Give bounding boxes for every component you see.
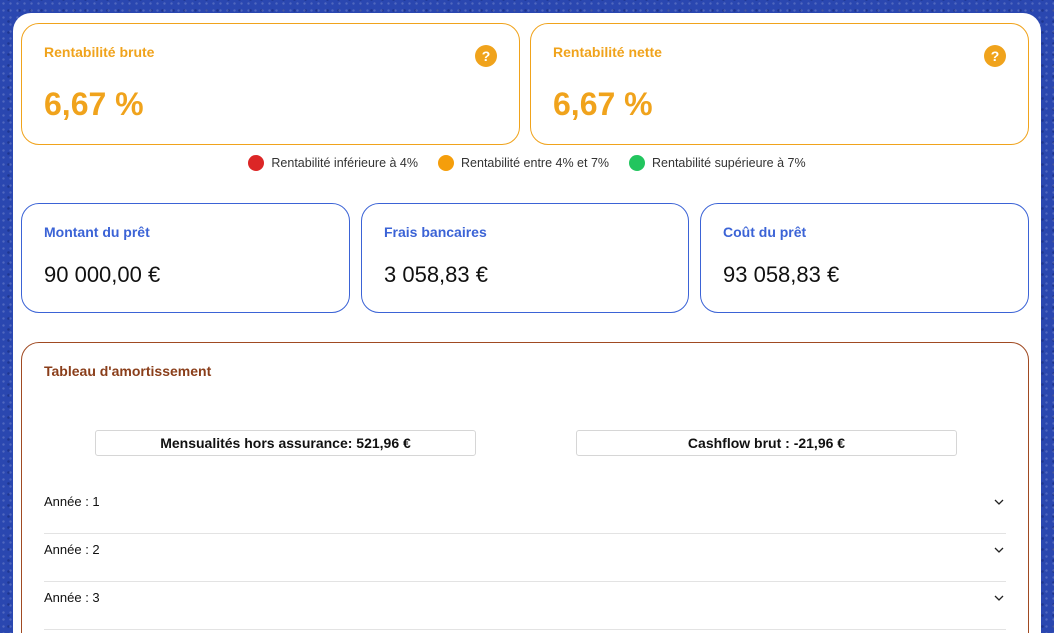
legend-label: Rentabilité inférieure à 4% [271,156,419,170]
cout-pret-value: 93 058,83 € [723,262,840,287]
montant-pret-title: Montant du prêt [44,224,150,240]
rentabilite-brute-card: Rentabilité brute ? 6,67 % [21,23,520,145]
cout-pret-title: Coût du prêt [723,224,807,240]
frais-bancaires-title: Frais bancaires [384,224,487,240]
help-icon[interactable]: ? [475,45,497,67]
cout-pret-card: Coût du prêt 93 058,83 € [700,203,1029,313]
year-label: Année : 3 [44,590,100,605]
year-row-2[interactable]: Année : 2 [44,534,1006,582]
rentabilite-brute-value: 6,67 % [44,86,144,122]
rentabilite-brute-title: Rentabilité brute [44,44,155,60]
legend-label: Rentabilité entre 4% et 7% [461,156,610,170]
frais-bancaires-card: Frais bancaires 3 058,83 € [361,203,689,313]
montant-pret-card: Montant du prêt 90 000,00 € [21,203,350,313]
rentabilite-nette-title: Rentabilité nette [553,44,662,60]
legend-item-low: Rentabilité inférieure à 4% [248,155,418,171]
amortissement-title: Tableau d'amortissement [44,363,212,379]
frais-bancaires-value: 3 058,83 € [384,262,488,287]
cashflow-badge: Cashflow brut : -21,96 € [576,430,957,456]
help-icon[interactable]: ? [984,45,1006,67]
legend-item-high: Rentabilité supérieure à 7% [629,155,806,171]
chevron-down-icon [994,595,1004,601]
rentabilite-nette-value: 6,67 % [553,86,653,122]
chevron-down-icon [994,499,1004,505]
legend-item-mid: Rentabilité entre 4% et 7% [438,155,609,171]
rentabilite-nette-card: Rentabilité nette ? 6,67 % [530,23,1029,145]
montant-pret-value: 90 000,00 € [44,262,161,287]
year-label: Année : 2 [44,542,100,557]
year-row-3[interactable]: Année : 3 [44,582,1006,630]
rentabilite-legend: Rentabilité inférieure à 4% Rentabilité … [13,155,1041,171]
year-label: Année : 1 [44,494,100,509]
mensualites-badge: Mensualités hors assurance: 521,96 € [95,430,476,456]
legend-label: Rentabilité supérieure à 7% [652,156,806,170]
orange-dot-icon [438,155,455,171]
green-dot-icon [629,155,646,171]
red-dot-icon [248,155,265,171]
main-panel: Rentabilité brute ? 6,67 % Rentabilité n… [13,13,1041,633]
chevron-down-icon [994,547,1004,553]
amortissement-card: Tableau d'amortissement Mensualités hors… [21,342,1029,633]
year-row-1[interactable]: Année : 1 [44,486,1006,534]
